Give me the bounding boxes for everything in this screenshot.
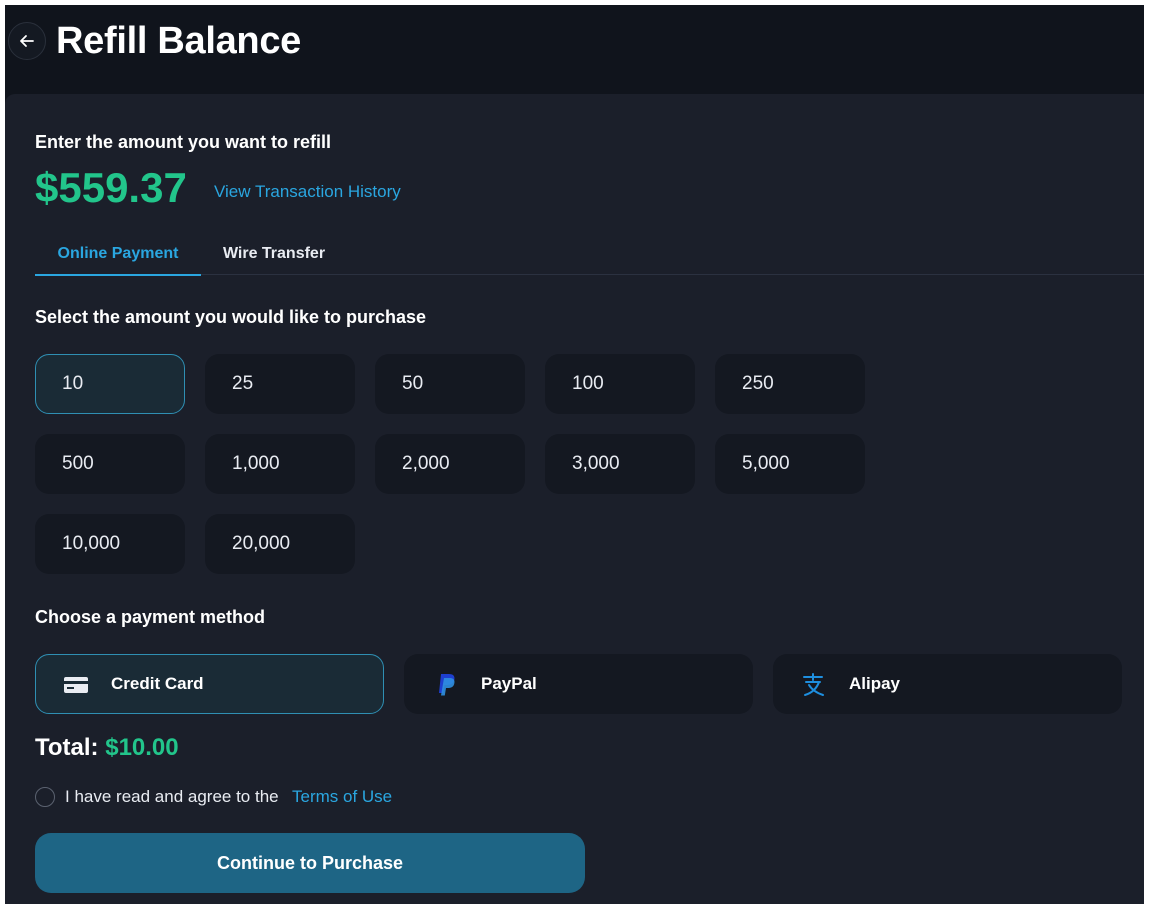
payment-method-label: Credit Card <box>111 674 204 693</box>
app-window: Refill Balance Enter the amount you want… <box>5 5 1144 904</box>
credit-card-icon <box>63 672 89 698</box>
view-history-link[interactable]: View Transaction History <box>214 182 401 202</box>
amount-option[interactable]: 20,000 <box>205 514 355 574</box>
payment-method-label: Alipay <box>849 674 901 693</box>
tab-online-payment[interactable]: Online Payment <box>35 234 201 276</box>
amount-option[interactable]: 500 <box>35 434 185 494</box>
balance-amount: $559.37 <box>35 164 187 211</box>
refill-prompt: Enter the amount you want to refill <box>35 132 332 152</box>
amount-option[interactable]: 25 <box>205 354 355 414</box>
amount-option[interactable]: 1,000 <box>205 434 355 494</box>
amount-option[interactable]: 100 <box>545 354 695 414</box>
amount-option[interactable]: 3,000 <box>545 434 695 494</box>
payment-tabs: Online Payment Wire Transfer <box>35 234 1144 276</box>
amount-option[interactable]: 5,000 <box>715 434 865 494</box>
payment-method-alipay[interactable]: Alipay <box>773 654 1122 714</box>
payment-method-label: PayPal <box>481 674 537 693</box>
amount-option[interactable]: 2,000 <box>375 434 525 494</box>
total-value: $10.00 <box>105 734 179 761</box>
payment-method-credit-card[interactable]: Credit Card <box>35 654 384 714</box>
total-row: Total: $10.00 <box>35 734 179 762</box>
amount-option[interactable]: 10,000 <box>35 514 185 574</box>
header: Refill Balance <box>5 5 1144 93</box>
paypal-icon <box>433 672 459 698</box>
amount-option[interactable]: 50 <box>375 354 525 414</box>
amount-option[interactable]: 10 <box>35 354 185 414</box>
alipay-icon <box>800 672 826 698</box>
back-button[interactable] <box>8 22 46 60</box>
terms-of-use-link[interactable]: Terms of Use <box>292 787 392 807</box>
refill-panel: Enter the amount you want to refill $559… <box>5 94 1144 904</box>
tab-wire-transfer[interactable]: Wire Transfer <box>207 234 341 274</box>
payment-method-paypal[interactable]: PayPal <box>404 654 753 714</box>
amount-section-label: Select the amount you would like to purc… <box>35 307 427 327</box>
payment-section-label: Choose a payment method <box>35 607 266 627</box>
continue-to-purchase-button[interactable]: Continue to Purchase <box>35 833 585 893</box>
amount-option[interactable]: 250 <box>715 354 865 414</box>
total-label: Total: <box>35 734 99 761</box>
terms-checkbox[interactable] <box>35 787 55 807</box>
arrow-left-icon <box>20 35 34 47</box>
agreement-text: I have read and agree to the <box>65 787 279 806</box>
page-title: Refill Balance <box>56 20 302 62</box>
